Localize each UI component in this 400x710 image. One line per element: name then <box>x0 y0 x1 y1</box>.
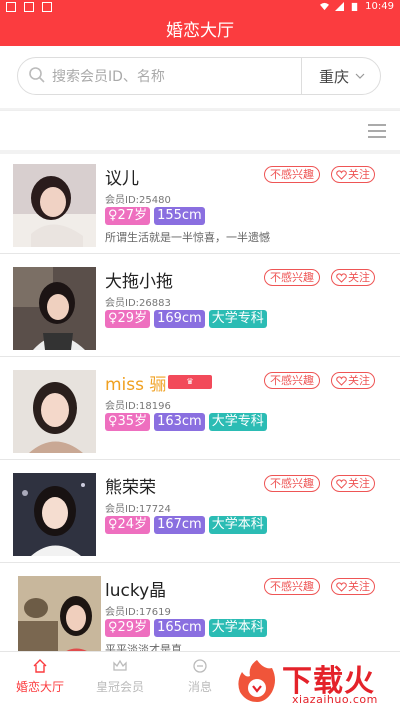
follow-button[interactable]: 关注 <box>331 475 375 492</box>
follow-button[interactable]: 关注 <box>331 166 375 183</box>
member-card[interactable]: 熊荣荣 会员ID:17724 ♀24岁 167cm 大学本科 不感兴趣 关注 <box>0 463 400 563</box>
city-label: 重庆 <box>318 67 349 86</box>
follow-label: 关注 <box>348 477 370 490</box>
member-name: 议儿 <box>105 169 139 189</box>
education-tag: 大学专科 <box>208 413 267 431</box>
member-list: 议儿 会员ID:25480 ♀27岁 155cm 所谓生活就是一半惊喜，一半遗憾… <box>0 154 400 651</box>
not-interested-button[interactable]: 不感兴趣 <box>264 166 320 183</box>
home-icon <box>33 659 47 673</box>
member-card[interactable]: lucky晶 会员ID:17619 ♀29岁 165cm 大学本科 平平淡淡才是… <box>0 566 400 651</box>
member-id: 会员ID:25480 <box>105 195 171 206</box>
member-card[interactable]: 议儿 会员ID:25480 ♀27岁 155cm 所谓生活就是一半惊喜，一半遗憾… <box>0 154 400 254</box>
height-tag: 165cm <box>154 619 205 637</box>
tab-hall[interactable]: 婚恋大厅 <box>0 658 80 695</box>
crown-icon <box>113 659 127 671</box>
member-id: 会员ID:26883 <box>105 298 171 309</box>
member-name: miss 骊 <box>105 375 167 395</box>
member-id: 会员ID:17724 <box>105 504 171 515</box>
message-icon <box>193 659 207 673</box>
signal-icon <box>335 2 345 11</box>
watermark-subtext: xiazaihuo.com <box>292 693 378 706</box>
wifi-icon <box>320 2 330 11</box>
member-id: 会员ID:17619 <box>105 607 171 618</box>
height-tag: 167cm <box>154 516 205 534</box>
height-tag: 155cm <box>154 207 205 225</box>
avatar[interactable] <box>18 576 101 651</box>
filter-bar <box>0 110 400 150</box>
age-tag: ♀24岁 <box>105 516 151 534</box>
age-tag: ♀27岁 <box>105 207 151 225</box>
chevron-down-icon <box>355 73 365 79</box>
notification-icon <box>24 2 34 12</box>
education-tag: 大学本科 <box>208 516 267 534</box>
member-id: 会员ID:18196 <box>105 401 171 412</box>
follow-button[interactable]: 关注 <box>331 372 375 389</box>
avatar[interactable] <box>13 164 96 247</box>
not-interested-button[interactable]: 不感兴趣 <box>264 372 320 389</box>
follow-label: 关注 <box>348 271 370 284</box>
age-tag: ♀35岁 <box>105 413 151 431</box>
flame-logo-icon <box>238 660 275 702</box>
follow-label: 关注 <box>348 580 370 593</box>
search-input[interactable] <box>50 58 304 96</box>
menu-icon[interactable] <box>368 123 386 139</box>
tab-label: 皇冠会员 <box>95 680 144 694</box>
tab-label: 消息 <box>187 680 212 694</box>
city-selector[interactable]: 重庆 <box>302 58 382 94</box>
follow-button[interactable]: 关注 <box>331 269 375 286</box>
status-bar: 10:49 <box>0 0 400 16</box>
not-interested-button[interactable]: 不感兴趣 <box>264 578 320 595</box>
height-tag: 169cm <box>154 310 205 328</box>
not-interested-button[interactable]: 不感兴趣 <box>264 475 320 492</box>
heart-icon <box>336 375 347 386</box>
member-name: 大拖小拖 <box>105 272 173 292</box>
not-interested-button[interactable]: 不感兴趣 <box>264 269 320 286</box>
education-tag: 大学本科 <box>208 619 267 637</box>
vip-badge: ♛ <box>168 375 212 389</box>
heart-icon <box>336 169 347 180</box>
notification-icons <box>6 2 52 12</box>
follow-label: 关注 <box>348 168 370 181</box>
search-row: 重庆 <box>0 46 400 108</box>
member-name: 熊荣荣 <box>105 478 156 498</box>
notification-icon <box>6 2 16 12</box>
battery-icon <box>351 2 358 11</box>
member-motto: 所谓生活就是一半惊喜，一半遗憾 <box>105 231 270 244</box>
age-tag: ♀29岁 <box>105 310 151 328</box>
follow-label: 关注 <box>348 374 370 387</box>
age-tag: ♀29岁 <box>105 619 151 637</box>
tab-messages[interactable]: 消息 <box>160 658 240 695</box>
follow-button[interactable]: 关注 <box>331 578 375 595</box>
page-title: 婚恋大厅 <box>0 16 400 46</box>
status-time: 10:49 <box>365 1 394 12</box>
height-tag: 163cm <box>154 413 205 431</box>
watermark-logo: 下载火 xiazaihuo.com <box>232 656 398 708</box>
tab-label: 婚恋大厅 <box>15 680 64 694</box>
avatar[interactable] <box>13 473 96 556</box>
search-icon <box>29 67 45 83</box>
notification-icon <box>42 2 52 12</box>
member-card[interactable]: 大拖小拖 会员ID:26883 ♀29岁 169cm 大学专科 不感兴趣 关注 <box>0 257 400 357</box>
member-card[interactable]: miss 骊 ♛ 会员ID:18196 ♀35岁 163cm 大学专科 不感兴趣… <box>0 360 400 460</box>
heart-icon <box>336 478 347 489</box>
member-name: lucky晶 <box>105 581 167 601</box>
member-motto: 平平淡淡才是真 <box>105 643 182 651</box>
education-tag: 大学专科 <box>208 310 267 328</box>
avatar[interactable] <box>13 370 96 453</box>
search-box: 重庆 <box>17 57 382 96</box>
tab-crown-member[interactable]: 皇冠会员 <box>80 658 160 695</box>
heart-icon <box>336 272 347 283</box>
heart-icon <box>336 581 347 592</box>
avatar[interactable] <box>13 267 96 350</box>
